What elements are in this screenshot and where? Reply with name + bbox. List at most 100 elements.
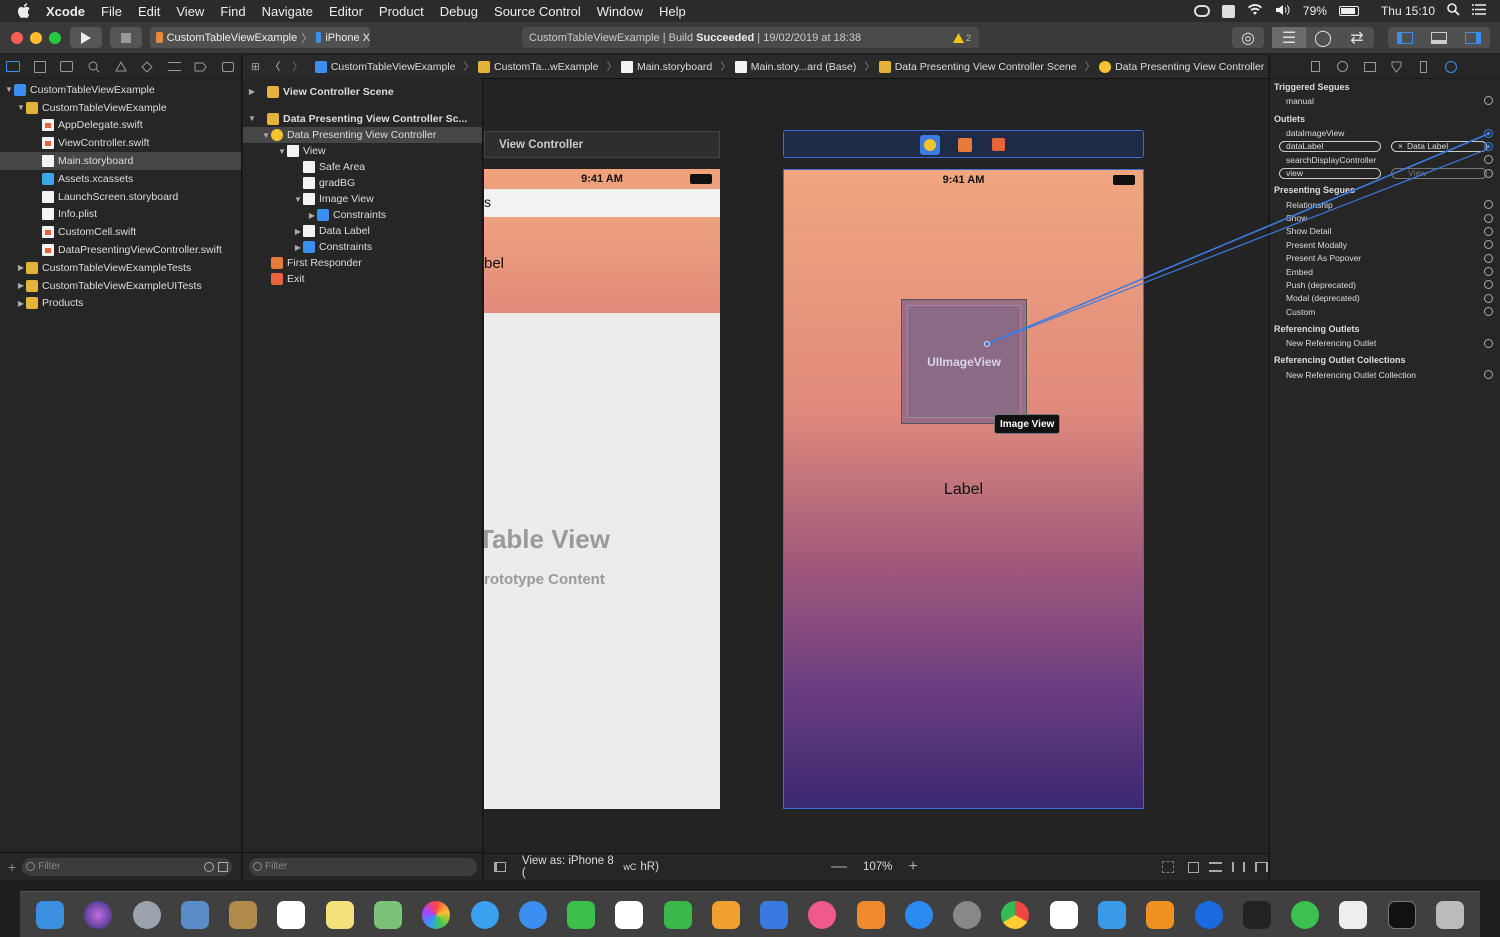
segue-row[interactable]: Relationship [1270,198,1500,211]
disclosure-triangle[interactable]: ▶ [307,211,317,220]
preview-icon[interactable] [180,900,209,929]
itunes-icon[interactable] [808,900,837,929]
segue-row[interactable]: Present Modally [1270,238,1500,251]
launchpad-icon[interactable] [132,900,161,929]
close-window-button[interactable] [11,32,23,44]
xcode-icon[interactable] [1097,900,1126,929]
connection-circle[interactable] [1484,370,1493,380]
trash-icon[interactable] [1435,900,1464,929]
connection-circle[interactable] [1484,200,1493,210]
storyboard-canvas[interactable]: View Controller 9:41 AM s bel Table View… [484,79,1268,853]
siri-icon[interactable] [84,900,113,929]
stop-button[interactable] [110,27,142,48]
tree-item-selected[interactable]: Main.storyboard [0,152,241,170]
recent-files-icon[interactable] [204,861,215,872]
symbol-icon[interactable] [54,61,81,72]
first-responder-icon[interactable] [958,138,972,152]
breakpoint-icon[interactable] [187,62,214,72]
chrome-icon[interactable] [1001,900,1030,929]
activity-monitor-icon[interactable] [1242,900,1271,929]
tree-item[interactable]: ▶ CustomTableViewExampleUITests [0,277,241,295]
app-status-icon[interactable] [1221,4,1235,18]
outlet-target-pill[interactable]: View [1391,167,1487,179]
outlet-row[interactable]: dataImageView [1270,126,1500,139]
breadcrumb-project[interactable]: CustomTableViewExample [314,60,456,73]
toggle-navigator-button[interactable] [1388,27,1422,48]
tree-item[interactable]: ViewController.swift [0,134,241,152]
breadcrumb-file[interactable]: Main.storyboard [620,60,712,73]
menu-app-name[interactable]: Xcode [46,4,85,19]
outline-item[interactable]: ▼ View [243,143,482,159]
scm-filter-icon[interactable] [218,861,229,872]
segue-row[interactable]: Show [1270,211,1500,224]
related-items-icon[interactable]: ⊞ [251,61,260,73]
connection-circle[interactable] [1484,128,1493,138]
menu-window[interactable]: Window [597,4,643,19]
connection-circle[interactable] [1484,253,1493,263]
breadcrumb-controller[interactable]: Data Presenting View Controller [1099,60,1264,73]
outline-item[interactable]: ▶ Constraints [243,239,482,255]
sublime-icon[interactable] [1146,900,1175,929]
minimize-window-button[interactable] [30,32,42,44]
menu-navigate[interactable]: Navigate [262,4,313,19]
scene-title-bar[interactable]: View Controller [484,131,720,158]
view-controller-icon[interactable] [920,135,940,155]
finder-icon[interactable] [36,900,65,929]
source-control-icon[interactable] [27,60,54,73]
toggle-inspector-button[interactable] [1456,27,1490,48]
outline-item[interactable]: ▶ Data Label [243,223,482,239]
issue-icon[interactable] [107,61,134,72]
app-store-icon[interactable] [904,900,933,929]
disclosure-triangle[interactable]: ▼ [293,195,303,204]
creative-cloud-icon[interactable] [1193,5,1210,17]
tree-item[interactable]: ▶ CustomTableViewExampleTests [0,259,241,277]
disclosure-triangle[interactable]: ▶ [293,243,303,252]
disconnect-icon[interactable]: × [1398,141,1403,151]
outlet-target-pill[interactable]: × Data Label [1391,140,1487,152]
new-referencing-outlet[interactable]: New Referencing Outlet [1270,336,1500,349]
zoom-in-button[interactable]: + [908,858,917,876]
data-label[interactable]: Label [784,481,1143,499]
notification-center-icon[interactable] [1472,4,1486,18]
disclosure-triangle[interactable]: ▶ [293,227,303,236]
facetime-icon[interactable] [567,900,596,929]
notes-icon[interactable] [325,900,354,929]
segue-row[interactable]: Modal (deprecated) [1270,292,1500,305]
disclosure-triangle[interactable]: ▶ [16,263,26,272]
outlet-row[interactable]: view View [1270,167,1500,180]
report-icon[interactable] [214,61,241,72]
tree-item[interactable]: ▼ CustomTableViewExample [0,81,241,99]
outline-item[interactable]: First Responder [243,255,482,271]
data-presenting-scene[interactable]: 9:41 AM UIImageView Image View Label [783,169,1144,809]
connection-circle[interactable] [1484,155,1493,165]
tree-item[interactable]: CustomCell.swift [0,223,241,241]
outline-item[interactable]: gradBG [243,175,482,191]
standard-editor-button[interactable]: ☰ [1272,27,1306,48]
exit-icon[interactable] [992,138,1005,151]
image-view[interactable]: UIImageView [901,299,1027,424]
menu-source-control[interactable]: Source Control [494,4,581,19]
outline-item[interactable]: ▼ Image View [243,191,482,207]
outline-item[interactable]: ▶ Constraints [243,207,482,223]
connection-circle[interactable] [1484,96,1493,106]
keynote-icon[interactable] [760,900,789,929]
clock[interactable]: Thu 15:10 [1381,4,1435,18]
location-icon[interactable] [1194,900,1223,929]
connection-circle[interactable] [1484,307,1493,317]
connection-circle[interactable] [1484,280,1493,290]
tree-item[interactable]: AppDelegate.swift [0,117,241,135]
zoom-window-button[interactable] [49,32,61,44]
menu-view[interactable]: View [176,4,204,19]
identity-inspector-icon[interactable] [1356,61,1383,72]
find-icon[interactable] [80,61,107,73]
segue-row[interactable]: Embed [1270,265,1500,278]
connection-circle[interactable] [1484,226,1493,236]
scheme-selector[interactable]: CustomTableViewExample 〉 iPhone X [150,27,370,48]
add-icon[interactable]: + [8,859,16,875]
wifi-icon[interactable] [1247,3,1263,19]
connection-circle[interactable] [1484,213,1493,223]
library-button[interactable]: ◎ [1232,27,1264,48]
books-icon[interactable] [856,900,885,929]
calendar-icon[interactable] [277,900,306,929]
terminal-icon[interactable] [1387,900,1416,929]
